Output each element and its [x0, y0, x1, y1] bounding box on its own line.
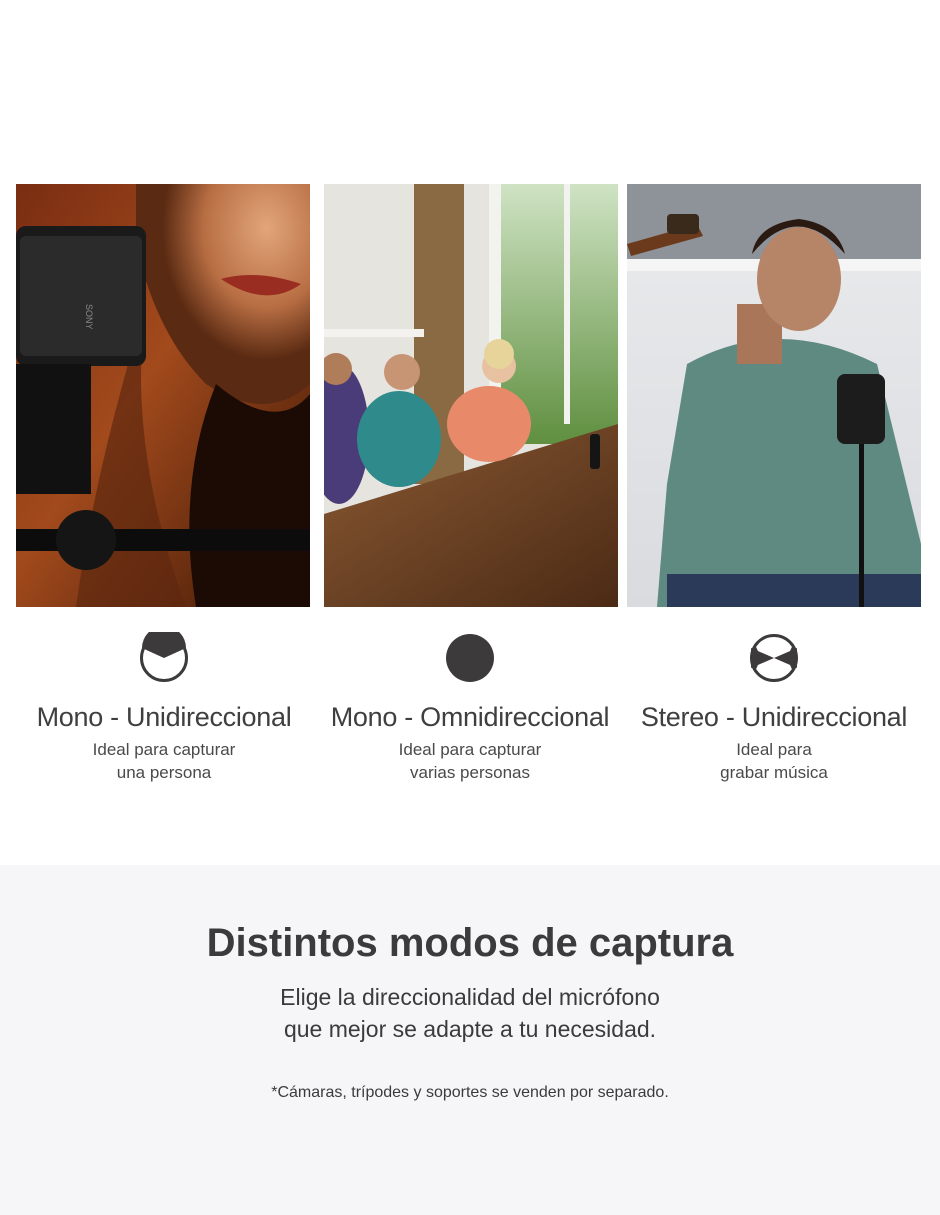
- mode-description: Ideal para grabar música: [619, 738, 929, 784]
- mode-description: Ideal para capturar una persona: [9, 738, 319, 784]
- mode-mono-unidirectional: Mono - Unidireccional Ideal para captura…: [9, 632, 319, 784]
- mode-description-line: Ideal para capturar: [398, 740, 542, 759]
- mode-stereo-unidirectional: Stereo - Unidireccional Ideal para graba…: [619, 632, 929, 784]
- mode-mono-omnidirectional: Mono - Omnidireccional Ideal para captur…: [315, 632, 625, 784]
- photo-singer-microphone: SONY: [16, 184, 310, 607]
- mode-description-line: grabar música: [720, 763, 828, 782]
- capture-modes-section: Distintos modos de captura Elige la dire…: [0, 865, 940, 1215]
- mode-title: Stereo - Unidireccional: [640, 702, 908, 732]
- sony-logo: SONY: [84, 304, 94, 330]
- mode-title: Mono - Omnidireccional: [330, 702, 610, 732]
- mode-description-line: una persona: [116, 763, 212, 782]
- section-subtitle-line: que mejor se adapte a tu necesidad.: [283, 1016, 657, 1042]
- product-feature-page: SONY Mono - Unidireccional Ideal para ca…: [0, 0, 940, 1215]
- photo-meeting-table: [324, 184, 618, 607]
- full-circle-polar-pattern-icon: [446, 634, 494, 682]
- mode-description-line: Ideal para capturar: [92, 740, 236, 759]
- mode-description: Ideal para capturar varias personas: [315, 738, 625, 784]
- bowtie-polar-pattern-icon: [750, 634, 798, 682]
- mode-description-line: Ideal para: [736, 740, 812, 759]
- photo-musician-microphone: [627, 184, 921, 607]
- mode-title: Mono - Unidireccional: [36, 702, 292, 732]
- section-subtitle-line: Elige la direccionalidad del micrófono: [280, 984, 660, 1010]
- mode-description-line: varias personas: [409, 763, 530, 782]
- disclaimer-note: *Cámaras, trípodes y soportes se venden …: [271, 1084, 669, 1101]
- half-moon-polar-pattern-icon: [140, 632, 188, 682]
- section-subtitle: Elige la direccionalidad del micrófono q…: [0, 981, 940, 1045]
- section-title: Distintos modos de captura: [206, 921, 734, 965]
